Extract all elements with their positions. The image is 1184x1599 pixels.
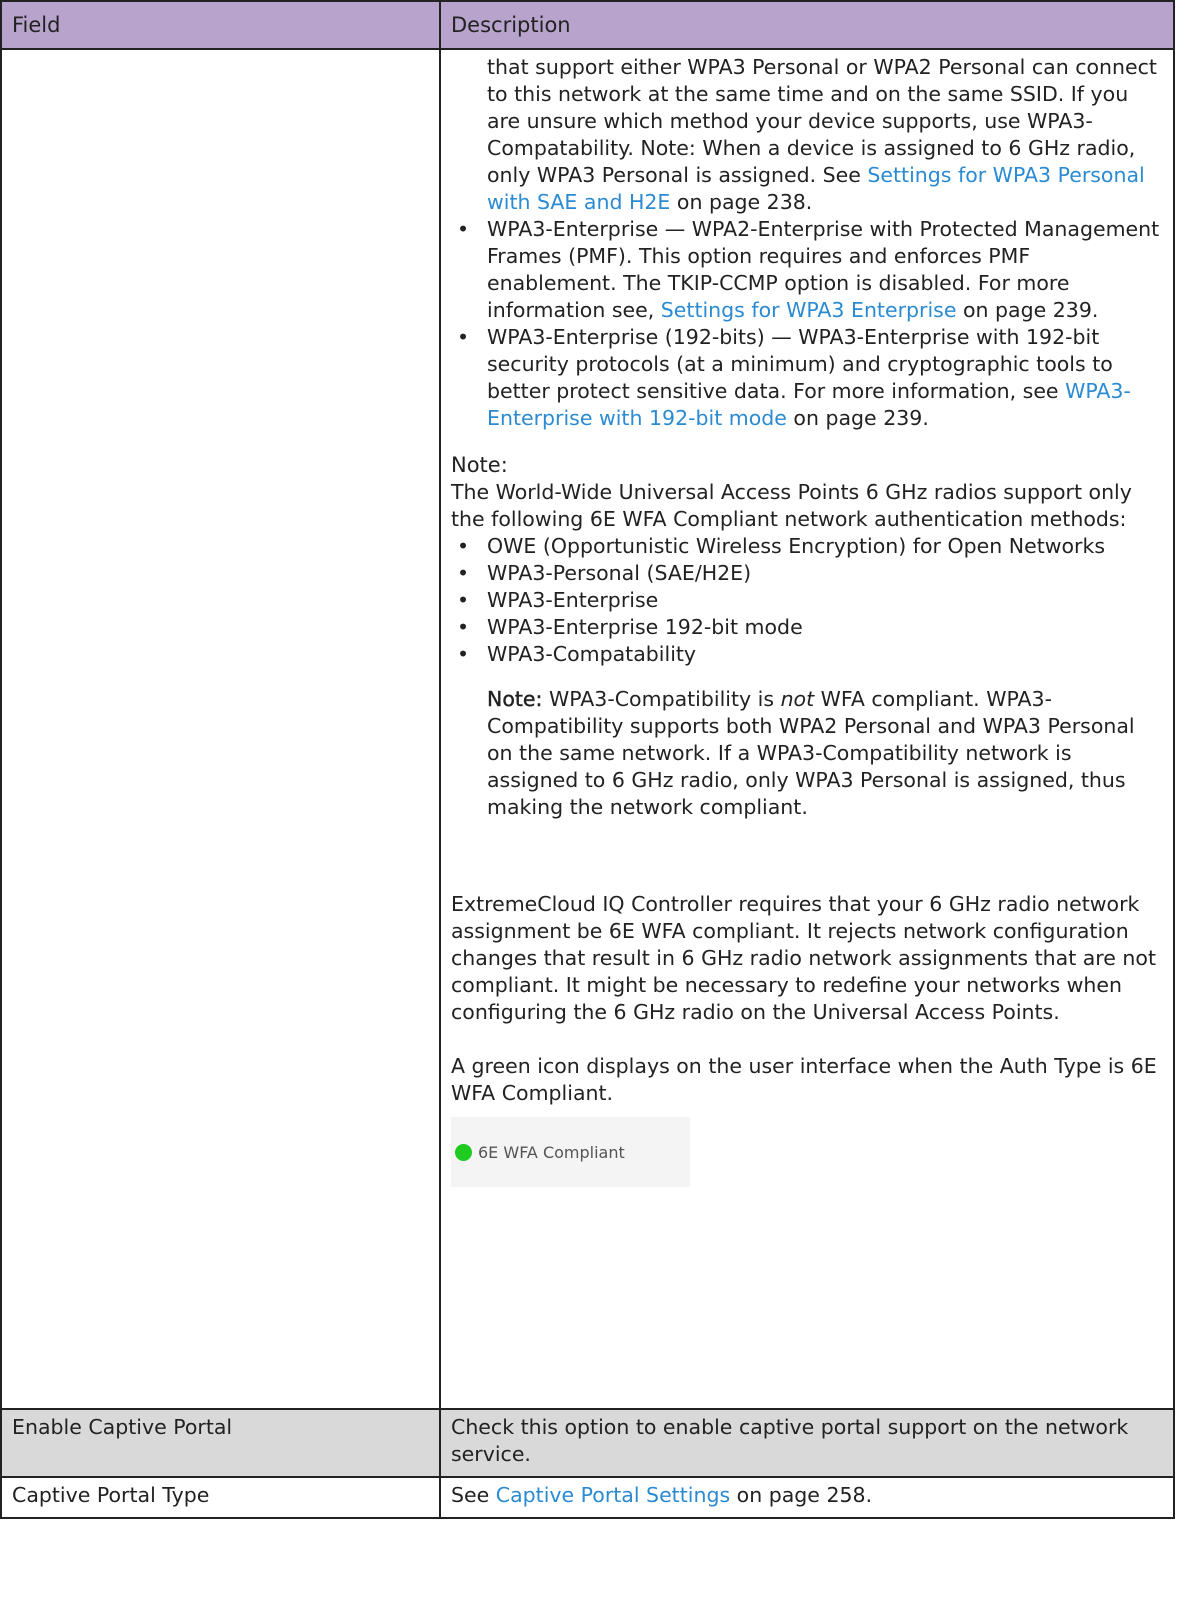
field-cell: Enable Captive Portal (0, 1408, 441, 1478)
note-text: The World-Wide Universal Access Points 6… (451, 480, 1132, 531)
table-header-row: Field Description (0, 0, 1175, 50)
badge-label: 6E WFA Compliant (478, 1142, 625, 1162)
table-row: that support either WPA3 Personal or WPA… (0, 48, 1175, 1410)
list-item: OWE (Opportunistic Wireless Encryption) … (451, 533, 1165, 560)
header-field: Field (0, 0, 441, 50)
green-icon-paragraph: A green icon displays on the user interf… (451, 1054, 1157, 1105)
link-captive-portal-settings[interactable]: Captive Portal Settings (496, 1483, 730, 1507)
green-status-icon (455, 1143, 472, 1161)
description-cell: Check this option to enable captive port… (439, 1408, 1175, 1478)
compliance-badge-image: 6E WFA Compliant (451, 1117, 690, 1187)
table-row: Enable Captive Portal Check this option … (0, 1408, 1175, 1478)
field-cell-empty (0, 48, 441, 1410)
requirement-paragraph: ExtremeCloud IQ Controller requires that… (451, 892, 1156, 1024)
field-description-table: Field Description that support either WP… (0, 0, 1175, 1519)
list-item: WPA3-Compatability (451, 641, 1165, 668)
description-cell: See Captive Portal Settings on page 258. (439, 1476, 1175, 1519)
auth-bullet-list: WPA3-Enterprise — WPA2-Enterprise with P… (451, 216, 1165, 432)
list-item: WPA3-Enterprise — WPA2-Enterprise with P… (451, 216, 1165, 324)
list-item: WPA3-Personal (SAE/H2E) (451, 560, 1165, 587)
header-description: Description (439, 0, 1175, 50)
note-label: Note: (451, 453, 508, 477)
link-wpa3-enterprise-settings[interactable]: Settings for WPA3 Enterprise (661, 298, 957, 322)
list-item: WPA3-Enterprise 192-bit mode (451, 614, 1165, 641)
list-item: WPA3-Enterprise (192-bits) — WPA3-Enterp… (451, 324, 1165, 432)
field-cell: Captive Portal Type (0, 1476, 441, 1519)
compatibility-note: Note: WPA3-Compatibility is not WFA comp… (487, 687, 1135, 819)
table-row: Captive Portal Type See Captive Portal S… (0, 1476, 1175, 1519)
continued-text: that support either WPA3 Personal or WPA… (487, 55, 1157, 214)
list-item: WPA3-Enterprise (451, 587, 1165, 614)
methods-list: OWE (Opportunistic Wireless Encryption) … (451, 533, 1165, 668)
description-cell: that support either WPA3 Personal or WPA… (439, 48, 1175, 1410)
